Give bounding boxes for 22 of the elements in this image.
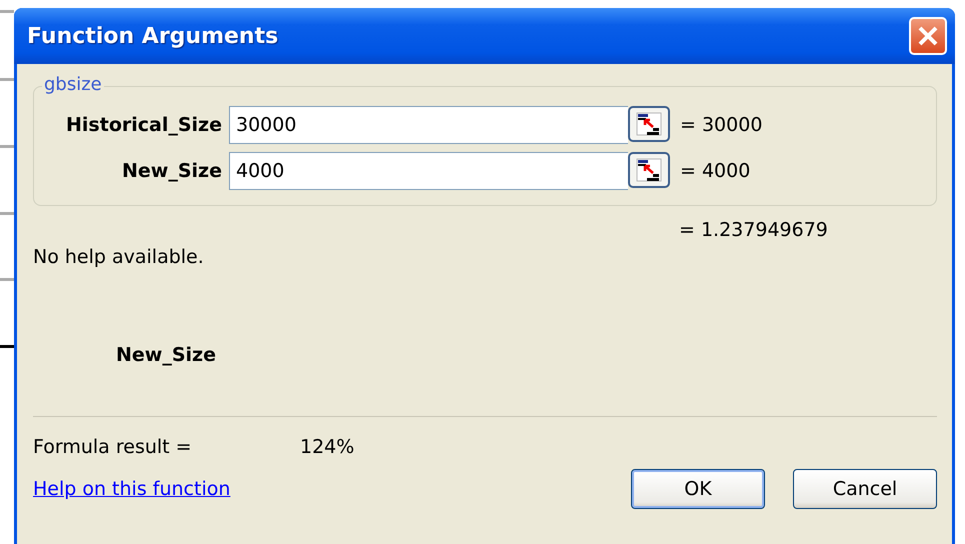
function-description: No help available. — [33, 246, 204, 268]
argument-value: = 4000 — [680, 160, 750, 182]
collapse-dialog-button[interactable] — [628, 106, 670, 142]
formula-result-value: 124% — [300, 436, 354, 458]
argument-field[interactable]: 30000 — [229, 106, 628, 144]
close-button[interactable] — [909, 17, 947, 55]
window-title: Function Arguments — [27, 24, 278, 48]
group-title: gbsize — [42, 74, 104, 95]
argument-help-name: New_Size — [116, 344, 216, 366]
help-link[interactable]: Help on this function — [33, 478, 631, 500]
collapse-dialog-button[interactable] — [628, 152, 670, 188]
close-icon — [917, 25, 939, 47]
argument-label: New_Size — [121, 160, 223, 182]
range-select-icon — [636, 158, 662, 182]
ok-button[interactable]: OK — [631, 469, 765, 509]
function-result: = 1.237949679 — [679, 219, 828, 241]
formula-result-label: Formula result = — [33, 436, 193, 458]
range-select-icon — [636, 112, 662, 136]
argument-label: Historical_Size — [65, 114, 223, 136]
argument-value: = 30000 — [680, 114, 762, 136]
argument-field[interactable]: 4000 — [229, 152, 628, 190]
cancel-button[interactable]: Cancel — [793, 469, 937, 509]
